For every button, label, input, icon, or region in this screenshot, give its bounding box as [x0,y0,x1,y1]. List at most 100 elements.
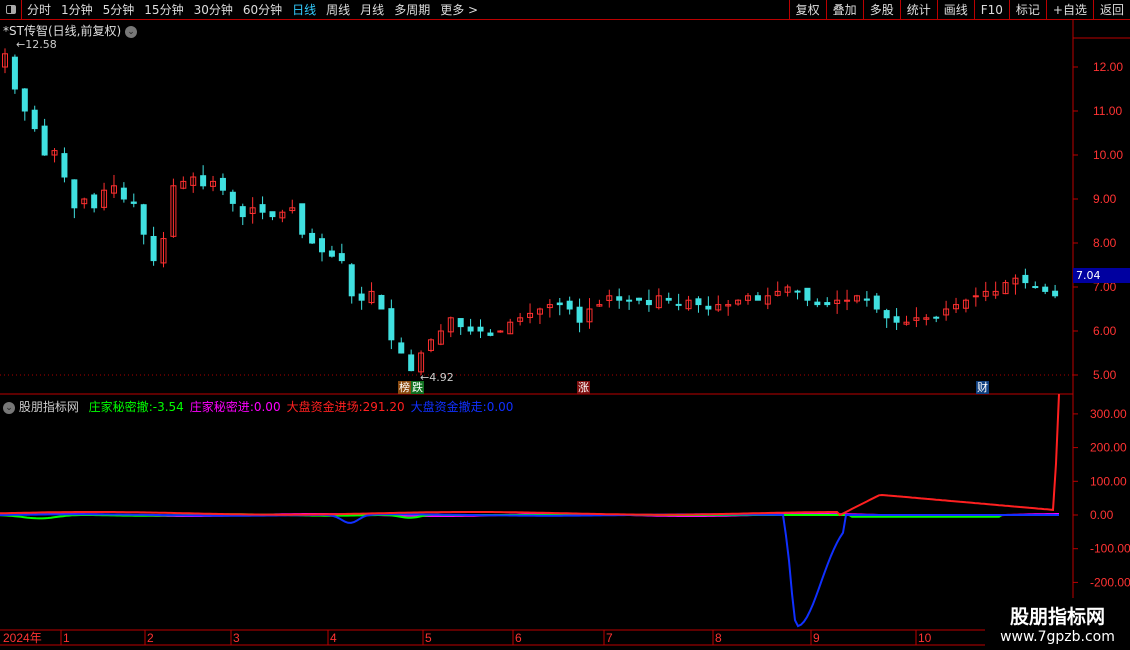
month-label: 4 [330,631,337,645]
candle [200,175,207,187]
marker-cai[interactable]: 财 [976,381,989,394]
legend-label: 大盘资金进场 [286,400,359,414]
high-value: 12.58 [25,38,57,51]
candle [239,206,246,218]
price-tick-label: 12.00 [1093,60,1123,74]
candle [487,332,494,336]
candle [91,194,98,209]
candle [408,354,415,372]
marker-bang[interactable]: 榜 [398,381,411,394]
candle [1042,286,1049,292]
candle [467,326,474,332]
candle [1022,274,1029,284]
stock-title[interactable]: *ST传智(日线,前复权) ⌄ [3,22,137,39]
candle [1052,290,1059,297]
candle [754,295,761,301]
month-label: 1 [63,631,70,645]
month-label: 10 [918,631,932,645]
watermark-title: 股朋指标网 [1009,606,1105,628]
price-tick-label: 8.00 [1093,236,1117,250]
candle [814,301,821,306]
candle [804,287,811,301]
stock-title-text: *ST传智(日线,前复权) [3,24,122,38]
candle [636,297,643,301]
candle [616,296,623,301]
candle [824,302,831,306]
high-label: ←12.58 [16,38,57,51]
chevron-down-icon[interactable]: ⌄ [3,401,15,414]
indicator-tick-label: 100.00 [1090,474,1127,488]
indicator-legend-item: 大盘资金进场:291.20 [286,400,405,414]
marker-zhang[interactable]: 涨 [577,381,590,394]
candle [398,342,405,354]
watermark: 股朋指标网 www.7gpzb.com [985,598,1130,650]
candle [61,153,68,178]
candle [665,297,672,301]
candle [477,326,484,332]
marker-die[interactable]: 跌 [411,381,424,394]
indicator-legend-item: 大盘资金撤走:0.00 [410,400,514,414]
candle [1032,286,1039,289]
month-label: 8 [715,631,722,645]
legend-value: -3.54 [152,400,184,414]
candle [358,293,365,301]
month-label: 9 [813,631,820,645]
indicator-legend-item: 庄家秘密进:0.00 [189,400,281,414]
month-label: 7 [606,631,613,645]
legend-label: 庄家秘密进 [189,400,250,414]
candle [794,290,801,293]
month-label: 2024年 [3,631,42,645]
chart-canvas[interactable]: 12.0011.0010.009.008.007.006.005.00300.0… [0,0,1130,650]
price-tick-label: 9.00 [1093,192,1117,206]
indicator-legend: ⌄ 股朋指标网 庄家秘密撤:-3.54 庄家秘密进:0.00 大盘资金进场:291.… [3,398,513,415]
indicator-tick-label: 300.00 [1090,407,1127,421]
legend-label: 大盘资金撤走 [410,400,483,414]
dapan-out-line [0,513,1059,628]
candle [269,211,276,218]
month-label: 3 [233,631,240,645]
candle [972,295,979,298]
low-label: ←4.92 [420,371,454,384]
candle [566,300,573,310]
candle [576,306,583,323]
indicator-name: 股朋指标网 [18,400,79,414]
watermark-url: www.7gpzb.com [1000,629,1115,645]
month-label: 2 [147,631,154,645]
price-tick-label: 6.00 [1093,324,1117,338]
candle [705,305,712,310]
candle [309,232,316,244]
candle [933,316,940,319]
candle [348,264,355,297]
candle [31,109,38,130]
price-tick-label: 5.00 [1093,368,1117,382]
candle [11,56,18,90]
candle [675,303,682,306]
chevron-down-icon[interactable]: ⌄ [124,25,137,38]
candle [41,125,48,156]
month-label: 5 [425,631,432,645]
candle [378,294,385,310]
indicator-tick-label: -100.00 [1090,542,1130,556]
candle [130,201,137,204]
candle [457,318,464,328]
candle [863,298,870,301]
price-tick-label: 10.00 [1093,148,1123,162]
candle [71,179,78,209]
candle [645,299,652,306]
candle [695,298,702,306]
candle [299,203,306,235]
candle [388,308,395,341]
month-label: 6 [515,631,522,645]
low-value: 4.92 [429,371,454,384]
legend-value: 0.00 [486,400,514,414]
candle [120,187,127,200]
indicator-tick-label: -200.00 [1090,575,1130,589]
candle [140,204,147,235]
candle [229,191,236,204]
price-tick-label: 11.00 [1093,104,1122,118]
indicator-legend-item: 庄家秘密撤:-3.54 [88,400,184,414]
candle [150,235,157,262]
current-price-tag: 7.04 [1073,268,1130,283]
legend-value: 291.20 [362,400,405,414]
candle [873,295,880,310]
